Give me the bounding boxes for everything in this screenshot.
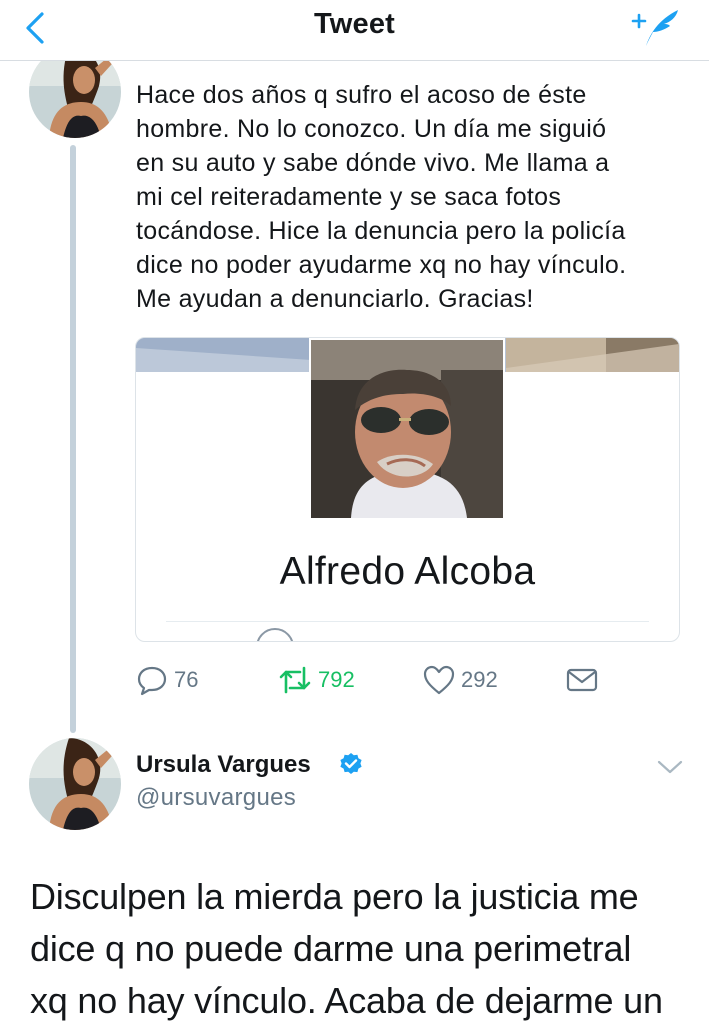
tweet-text-line: hombre. No lo conozco. Un día me siguió (136, 115, 607, 143)
card-divider (166, 621, 649, 622)
tweet-text-line: xq no hay vínculo. Acaba de dejarme un (30, 980, 663, 1021)
author-name[interactable]: Ursula Vargues (136, 751, 311, 779)
retweet-icon (279, 666, 311, 694)
top-nav-bar: Tweet (0, 0, 709, 61)
tweet-text-line: Disculpen la mierda pero la justicia me (30, 876, 639, 917)
retweet-count: 792 (318, 667, 355, 692)
author-handle[interactable]: @ursuvargues (136, 784, 296, 812)
tweet-text-line: Me ayudan a denunciarlo. Gracias! (136, 285, 534, 313)
like-count: 292 (461, 667, 498, 692)
tweet-text-line: dice no poder ayudarme xq no hay vínculo… (136, 251, 627, 279)
tweet-text-line: mi cel reiteradamente y se saca fotos (136, 183, 562, 211)
reply-button[interactable]: 76 (136, 662, 198, 698)
profile-photo (309, 338, 505, 520)
quoted-tweet-text: Hace dos años q sufro el acoso de éste h… (136, 78, 686, 316)
compose-tweet-icon[interactable] (628, 6, 682, 50)
author-avatar[interactable] (29, 738, 121, 830)
tweet-text-line: Hace dos años q sufro el acoso de éste (136, 81, 587, 109)
reply-count: 76 (174, 667, 199, 692)
heart-icon (423, 665, 455, 695)
tweet-text-line: en su auto y sabe dónde vivo. Me llama a (136, 149, 610, 177)
envelope-icon (566, 668, 598, 692)
tweet-text-line: tocándose. Hice la denuncia pero la poli… (136, 217, 626, 245)
profile-card-image[interactable]: Alfredo Alcoba (135, 337, 680, 642)
tweet-text-line: dice q no puede darme una perimetral (30, 928, 632, 969)
verified-badge-icon (339, 752, 363, 776)
page-title: Tweet (313, 8, 396, 40)
profile-name: Alfredo Alcoba (279, 550, 536, 593)
reply-icon (137, 666, 167, 696)
avatar-outline-icon (256, 628, 294, 641)
main-tweet-text: Disculpen la mierda pero la justicia me … (30, 871, 690, 1027)
direct-message-button[interactable] (566, 662, 598, 698)
thread-connector-line (70, 145, 76, 733)
like-button[interactable]: 292 (423, 662, 498, 698)
retweet-button[interactable]: 792 (278, 662, 355, 698)
chevron-down-icon[interactable] (656, 757, 684, 777)
